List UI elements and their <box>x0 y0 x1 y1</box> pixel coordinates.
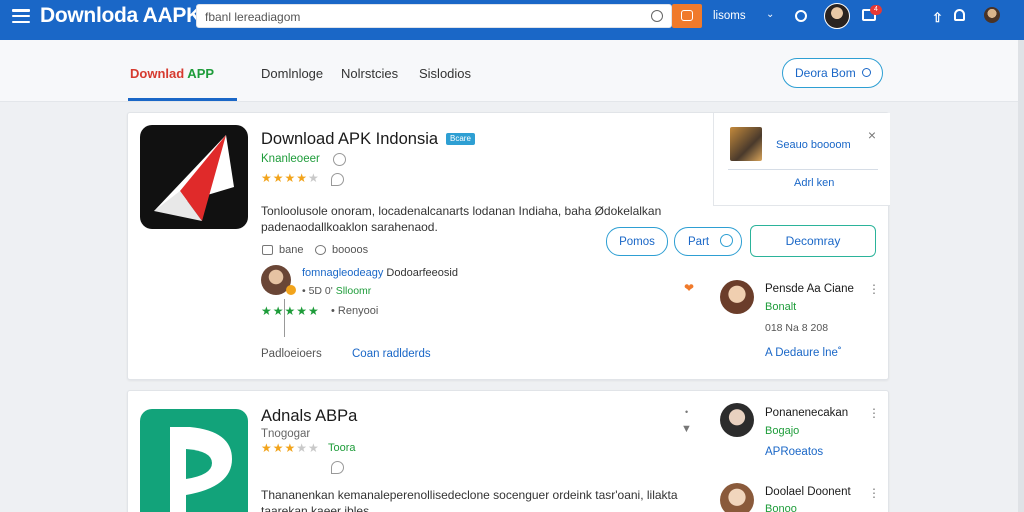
side-user-avatar[interactable] <box>720 403 754 437</box>
app-logo-graphic <box>170 427 232 512</box>
bell-icon[interactable] <box>954 9 965 21</box>
tab-downloads[interactable]: Domlnloge <box>261 66 323 81</box>
app-icon[interactable] <box>140 409 248 512</box>
notification-badge: 4 <box>870 5 882 15</box>
side-user-link[interactable]: APRoeatos <box>765 446 823 458</box>
popup-panel: Seauo boooom × Adrl ken <box>713 113 890 206</box>
search-icon <box>862 68 871 77</box>
app-developer-subtitle: Toora <box>328 442 356 454</box>
card-footer-link[interactable]: Coan radlderds <box>352 348 431 360</box>
app-tag-badge: Bcare <box>446 133 475 145</box>
download-count-icon <box>315 245 326 255</box>
close-icon[interactable]: × <box>868 127 876 143</box>
app-rating-stars: ★★★★★ <box>261 171 320 185</box>
user-avatar[interactable] <box>824 3 850 29</box>
dot-icon: • <box>685 407 689 417</box>
clear-icon[interactable] <box>651 10 663 22</box>
app-developer[interactable]: Tnogogar <box>261 428 310 440</box>
app-meta-downloads: boooos <box>332 244 369 256</box>
app-developer[interactable]: Knanleoeer <box>261 153 320 165</box>
tab-home[interactable]: Downlad APP <box>130 66 214 81</box>
star-empty: ★★ <box>296 441 320 455</box>
app-rating-stars: ★★★★★ <box>261 441 320 455</box>
verified-icon <box>333 153 346 166</box>
location-icon <box>331 461 344 474</box>
reviewer-name-suffix: Dodoarfeeosid <box>383 267 458 279</box>
more-options-icon[interactable]: ⋮ <box>868 283 880 295</box>
popup-thumbnail[interactable] <box>730 127 762 161</box>
app-icon[interactable] <box>140 125 248 229</box>
settings-icon[interactable] <box>795 10 807 22</box>
side-user-name[interactable]: Doolael Doonent <box>765 486 851 498</box>
review-stars: ★★★★★ <box>261 304 320 318</box>
star-empty: ★ <box>308 171 320 185</box>
promo-button[interactable]: Pomos <box>606 227 668 256</box>
side-user-avatar[interactable] <box>720 280 754 314</box>
search-icon <box>681 10 693 21</box>
search-button[interactable] <box>672 4 702 28</box>
popup-divider <box>728 169 878 170</box>
popup-link[interactable]: Adrl ken <box>794 177 834 189</box>
app-description: Thananenkan kemanaleperenollisedeclone s… <box>261 488 678 512</box>
review-remark: • Renyooi <box>331 305 379 317</box>
side-user-subtitle: Bogajo <box>765 425 800 437</box>
more-options-icon[interactable]: ⋮ <box>868 487 880 499</box>
star-filled: ★★★ <box>261 441 297 455</box>
location-icon <box>331 173 344 186</box>
search-button-secondary[interactable]: Deora Bom <box>782 58 883 88</box>
side-user-subtitle: Bonalt <box>765 301 797 313</box>
app-meta-size: bane <box>279 244 304 256</box>
scrollbar[interactable] <box>1018 40 1024 512</box>
side-user-date: 018 Na 8 208 <box>765 322 829 334</box>
search-box <box>196 4 672 28</box>
app-card: Download APK Indonsia Bcare Knanleoeer ★… <box>127 112 890 380</box>
chevron-down-icon[interactable]: ⌄ <box>766 9 774 20</box>
part-button-label: Part <box>688 235 710 248</box>
side-user-name[interactable]: Ponanenecakan <box>765 407 848 419</box>
review-meta-b: Slloomr <box>332 285 372 297</box>
side-user-link[interactable]: A Dedaure lne˚ <box>765 347 842 359</box>
refresh-icon <box>720 234 733 247</box>
heart-icon[interactable]: ❤ <box>684 281 694 295</box>
search-button-label: Deora Bom <box>795 66 856 80</box>
side-user-name[interactable]: Pensde Aa Ciane <box>765 283 854 295</box>
star-filled: ★★★★ <box>261 171 309 185</box>
review-meta: • 5D 0' Slloomr <box>302 285 371 297</box>
tab-studios[interactable]: Sislodios <box>419 66 471 81</box>
app-title[interactable]: Adnals ABPa <box>261 407 357 426</box>
profile-icon[interactable] <box>984 7 1000 23</box>
nav-link[interactable]: lisoms <box>713 10 746 22</box>
reviewer-badge <box>286 285 296 295</box>
part-button[interactable]: Part <box>674 227 742 256</box>
card-footer-label: Padloeioers <box>261 348 322 360</box>
review-meta-a: • 5D 0' <box>302 285 333 297</box>
tab-news[interactable]: Nolrstcies <box>341 66 398 81</box>
reviewer-name-text: fomnagleodeagy <box>302 267 384 279</box>
active-tab-indicator <box>128 98 237 101</box>
more-options-icon[interactable]: ⋮ <box>868 407 880 419</box>
menu-icon[interactable] <box>12 9 30 23</box>
upload-icon[interactable]: ⇧ <box>932 10 943 26</box>
popup-text[interactable]: Seauo boooom <box>776 139 851 151</box>
tab-home-label-red: Downlad <box>130 66 185 81</box>
chevron-down-icon[interactable]: ▼ <box>681 423 692 435</box>
secondary-navigation: Downlad APP Domlnloge Nolrstcies Sislodi… <box>0 40 1024 102</box>
search-input[interactable] <box>205 8 645 25</box>
reviewer-name[interactable]: fomnagleodeagy Dodoarfeeosid <box>302 267 458 279</box>
side-user-avatar[interactable] <box>720 483 754 512</box>
file-icon <box>262 245 273 255</box>
download-button[interactable]: Decomray <box>750 225 876 257</box>
site-logo[interactable]: Downloda AAPK <box>40 4 201 28</box>
top-navigation-bar: Downloda AAPK lisoms ⌄ 4 ⇧ <box>0 0 1024 40</box>
app-logo-graphic <box>154 135 234 221</box>
app-title[interactable]: Download APK Indonsia <box>261 130 438 149</box>
app-card: Adnals ABPa Tnogogar Toora ★★★★★ Thanane… <box>127 390 889 512</box>
tab-home-label-green: APP <box>184 66 215 81</box>
side-user-subtitle: Bonoo <box>765 503 797 512</box>
